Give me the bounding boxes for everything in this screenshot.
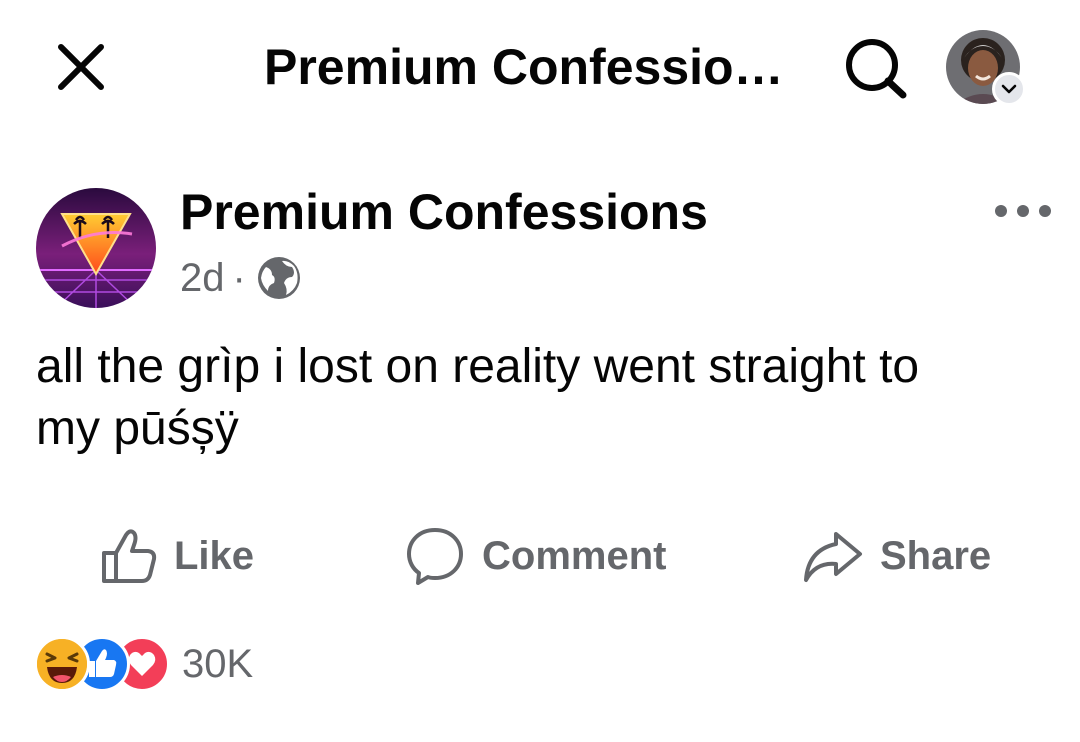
close-icon <box>58 44 104 90</box>
page-logo-image <box>36 188 156 308</box>
comment-icon <box>407 528 463 585</box>
post-body-text: all the grìp i lost on reality went stra… <box>36 340 920 455</box>
like-button[interactable]: Like <box>100 520 254 592</box>
page-title: Premium Confessio… <box>264 39 784 95</box>
post-meta: 2d · <box>180 254 302 302</box>
share-arrow-icon <box>804 532 862 582</box>
account-menu-toggle[interactable] <box>992 72 1026 106</box>
thumbs-up-icon <box>102 529 157 583</box>
post-timestamp[interactable]: 2d <box>180 256 225 301</box>
reactions-summary[interactable]: 30K <box>34 634 253 694</box>
close-button[interactable] <box>48 34 114 100</box>
page-avatar[interactable] <box>36 188 156 308</box>
post-author-name[interactable]: Premium Confessions <box>180 182 708 242</box>
reaction-count: 30K <box>182 641 254 686</box>
post-options-button[interactable] <box>978 186 1068 236</box>
more-horizontal-icon <box>995 205 1051 217</box>
share-button[interactable]: Share <box>802 520 991 592</box>
share-label: Share <box>880 533 992 578</box>
haha-reaction-icon <box>34 636 90 692</box>
search-icon <box>846 39 907 99</box>
comment-label: Comment <box>482 533 667 578</box>
chevron-down-icon <box>1001 84 1017 94</box>
globe-icon[interactable] <box>256 255 302 301</box>
comment-button[interactable]: Comment <box>404 520 666 592</box>
meta-separator: · <box>232 255 246 300</box>
search-button[interactable] <box>836 32 916 104</box>
like-label: Like <box>174 533 255 578</box>
